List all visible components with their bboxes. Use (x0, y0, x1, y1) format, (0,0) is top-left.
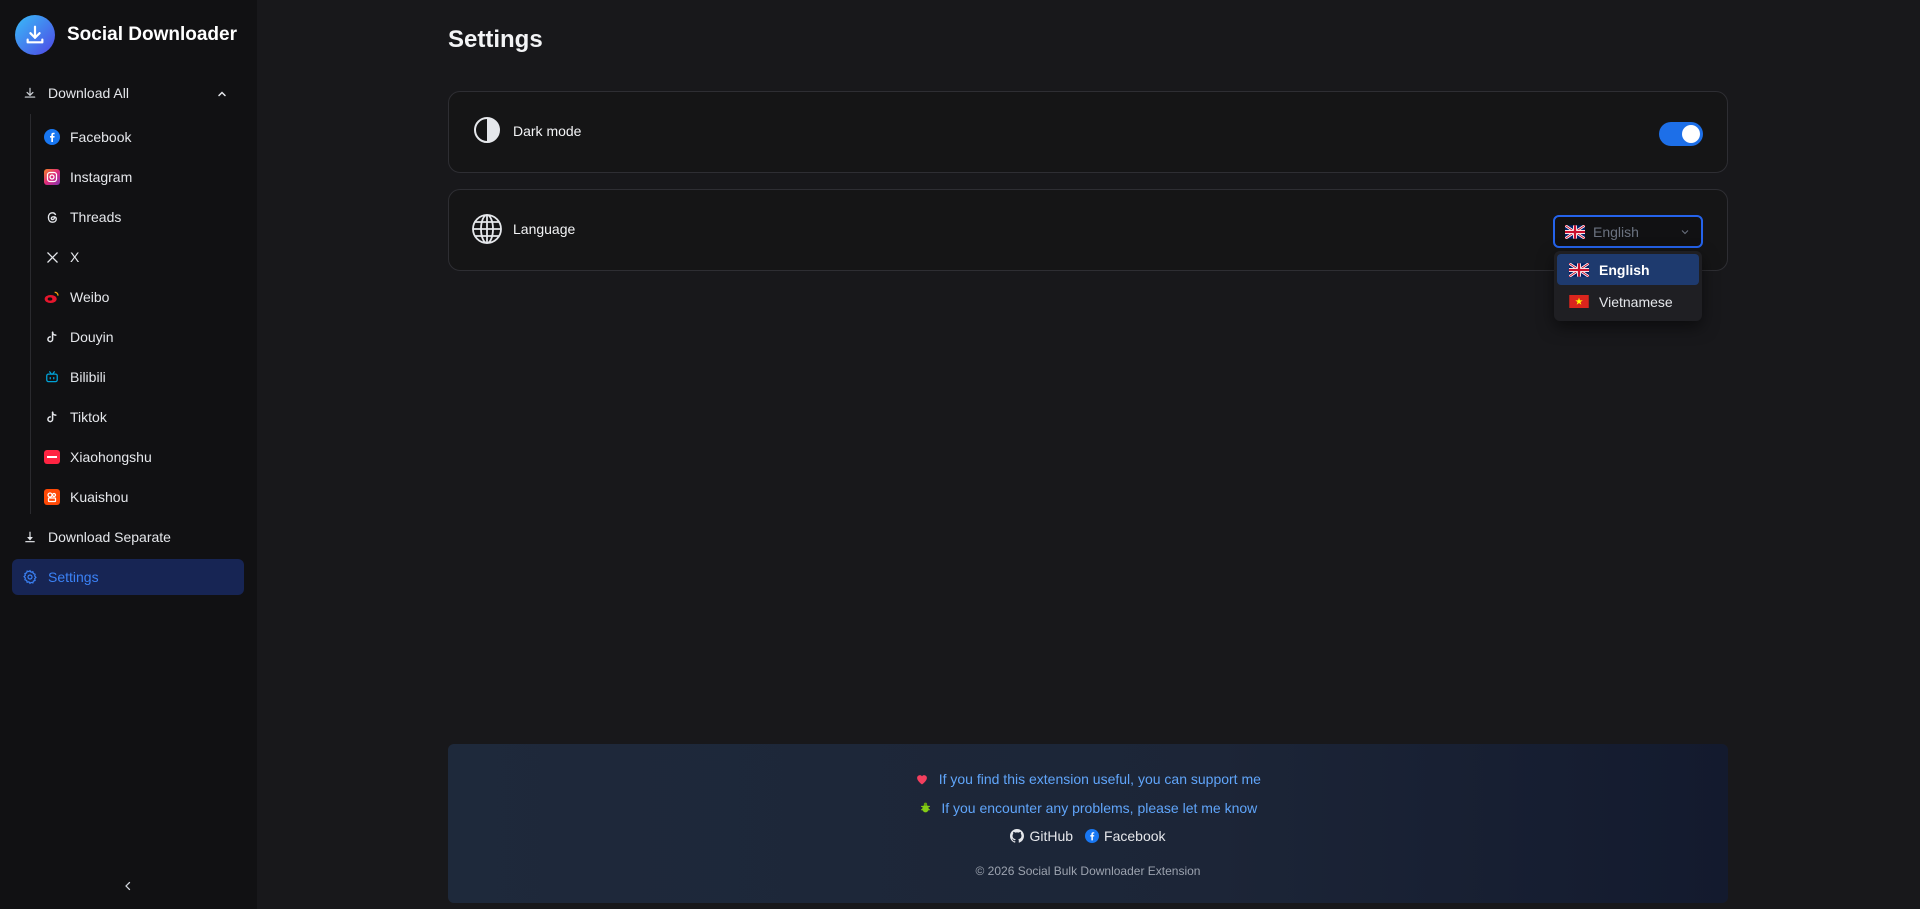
sidebar-item-label: Facebook (70, 129, 132, 145)
facebook-link[interactable]: Facebook (1085, 828, 1166, 844)
bug-icon (919, 801, 936, 816)
sidebar-item-label: Kuaishou (70, 489, 129, 505)
language-option-label: Vietnamese (1599, 293, 1673, 310)
sidebar-item-xiaohongshu[interactable]: Xiaohongshu (40, 441, 240, 473)
sidebar-item-tiktok[interactable]: Tiktok (40, 401, 240, 433)
chevron-up-icon[interactable] (216, 87, 228, 103)
sidebar-item-label: Instagram (70, 169, 133, 185)
uk-flag-icon (1569, 262, 1589, 277)
sidebar-item-x[interactable]: X (40, 241, 240, 273)
globe-icon (471, 213, 503, 245)
sidebar-item-label: Weibo (70, 289, 110, 305)
support-link[interactable]: If you find this extension useful, you c… (448, 771, 1728, 787)
heart-icon (915, 772, 933, 787)
page-title: Settings (448, 26, 543, 53)
nav-settings[interactable]: Settings (12, 559, 244, 595)
sidebar-item-label: X (70, 249, 80, 265)
sidebar-item-instagram[interactable]: Instagram (40, 161, 240, 193)
tiktok-icon (44, 409, 60, 425)
weibo-icon (44, 289, 60, 305)
github-icon (1010, 829, 1025, 843)
sidebar-item-facebook[interactable]: Facebook (40, 121, 240, 153)
sidebar-item-label: Xiaohongshu (70, 449, 152, 465)
nav-download-all-label: Download All (48, 85, 129, 101)
kuaishou-icon (44, 489, 60, 505)
facebook-icon (1085, 829, 1100, 843)
sidebar-item-bilibili[interactable]: Bilibili (40, 361, 240, 393)
sidebar-item-douyin[interactable]: Douyin (40, 321, 240, 353)
contrast-icon (473, 116, 505, 148)
sidebar-item-threads[interactable]: Threads (40, 201, 240, 233)
nav-download-all[interactable]: Download All (12, 75, 244, 111)
instagram-icon (44, 169, 60, 185)
threads-icon (44, 209, 60, 225)
submenu-divider (30, 114, 31, 514)
xiaohongshu-icon (44, 450, 60, 464)
footer-links: GitHub Facebook (448, 828, 1728, 844)
github-label: GitHub (1029, 828, 1074, 844)
download-icon (22, 529, 38, 545)
collapse-sidebar-button[interactable] (118, 876, 138, 896)
download-icon (22, 85, 38, 101)
sidebar-item-label: Douyin (70, 329, 114, 345)
github-link[interactable]: GitHub (1010, 828, 1073, 844)
brand: Social Downloader (15, 15, 237, 55)
sidebar-item-label: Threads (70, 209, 122, 225)
bilibili-icon (44, 369, 60, 385)
brand-title: Social Downloader (67, 24, 237, 45)
sidebar: Social Downloader Download All Facebook … (0, 0, 257, 909)
facebook-icon (44, 129, 60, 145)
douyin-icon (44, 329, 60, 345)
nav-settings-label: Settings (48, 569, 99, 585)
sidebar-item-label: Bilibili (70, 369, 106, 385)
report-problem-link[interactable]: If you encounter any problems, please le… (448, 800, 1728, 816)
download-logo-icon (15, 15, 55, 55)
dark-mode-toggle[interactable] (1659, 122, 1703, 146)
language-label: Language (513, 221, 576, 237)
gear-icon (22, 569, 38, 585)
x-icon (44, 249, 60, 265)
dark-mode-card: Dark mode (448, 91, 1728, 173)
language-option-vietnamese[interactable]: Vietnamese (1557, 286, 1699, 317)
facebook-label: Facebook (1104, 828, 1166, 844)
sidebar-item-weibo[interactable]: Weibo (40, 281, 240, 313)
dark-mode-label: Dark mode (513, 123, 582, 139)
language-select[interactable]: English (1553, 215, 1703, 248)
vietnam-flag-icon (1569, 295, 1589, 308)
problems-text: If you encounter any problems, please le… (941, 800, 1258, 816)
sidebar-item-label: Tiktok (70, 409, 107, 425)
support-text: If you find this extension useful, you c… (938, 771, 1261, 787)
language-card: Language English (448, 189, 1728, 271)
sidebar-item-kuaishou[interactable]: Kuaishou (40, 481, 240, 513)
copyright: © 2026 Social Bulk Downloader Extension (975, 864, 1201, 878)
chevron-down-icon (1679, 225, 1691, 243)
footer: If you find this extension useful, you c… (448, 744, 1728, 903)
language-select-value: English (1593, 223, 1639, 240)
language-dropdown: English Vietnamese (1554, 251, 1702, 321)
language-option-english[interactable]: English (1557, 254, 1699, 285)
nav-download-separate-label: Download Separate (48, 529, 171, 545)
language-option-label: English (1599, 261, 1650, 278)
uk-flag-icon (1565, 224, 1585, 239)
toggle-knob (1682, 125, 1700, 143)
nav-download-separate[interactable]: Download Separate (12, 519, 244, 555)
